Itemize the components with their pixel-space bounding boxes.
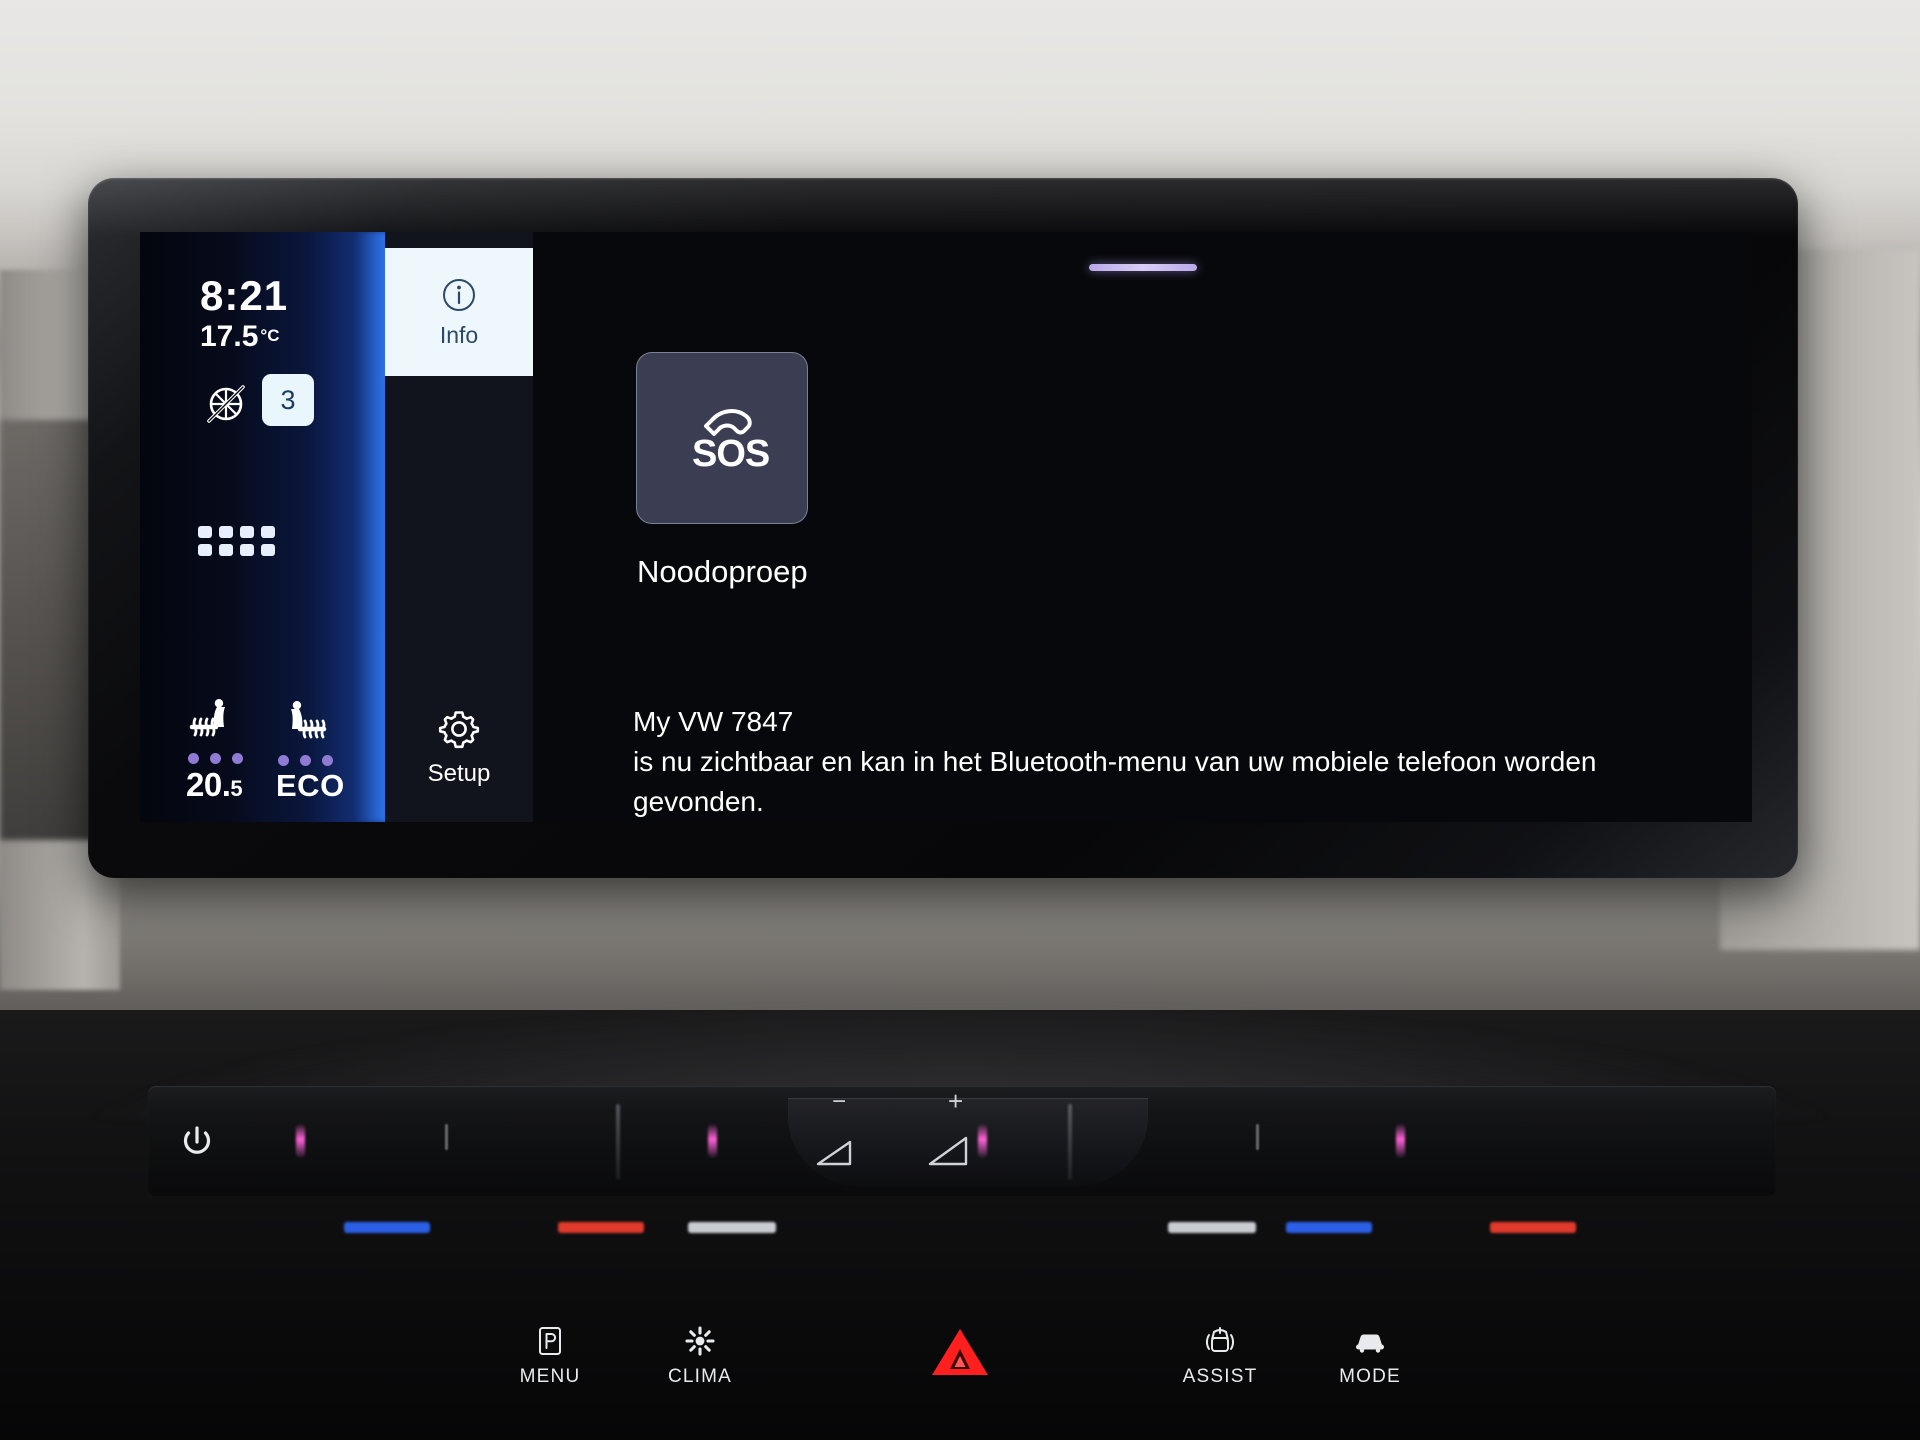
power-icon[interactable] xyxy=(176,1120,218,1162)
tab-info-label: Info xyxy=(439,321,479,348)
content-area: SOS Noodoproep My VW 7847 is nu zichtbaa… xyxy=(533,232,1752,822)
tab-setup-label: Setup xyxy=(427,760,491,787)
apps-grid-dot xyxy=(261,526,275,538)
slider-indicator xyxy=(1396,1124,1405,1158)
led-white-right xyxy=(1168,1222,1256,1233)
seat-heater-right-control[interactable]: ECO xyxy=(276,697,345,804)
volume-up-icon xyxy=(928,1136,968,1166)
message-line: gevonden. xyxy=(633,785,764,817)
slider-divider xyxy=(1068,1104,1072,1180)
touch-slider-strip[interactable]: − + xyxy=(148,1086,1776,1196)
driver-assist-icon xyxy=(1206,1326,1234,1352)
driver-temperature-decimal: 5 xyxy=(230,776,243,801)
tab-setup[interactable]: Setup xyxy=(385,682,533,812)
apps-grid-icon[interactable] xyxy=(198,526,275,556)
infotainment-display[interactable]: 8:21 17.5 °C 3 20.5 ECO Info Setup SOS N… xyxy=(140,232,1752,822)
hard-button-clima-label: CLIMA xyxy=(667,1365,733,1387)
park-p-icon xyxy=(539,1326,561,1355)
volume-plus-label: + xyxy=(948,1086,964,1116)
message-line: My VW 7847 xyxy=(633,706,794,737)
pulldown-handle[interactable] xyxy=(1088,264,1197,271)
volume-control-zone[interactable]: − + xyxy=(788,1086,1148,1186)
slider-tick xyxy=(1256,1124,1259,1150)
level-dot xyxy=(278,755,289,766)
seat-heater-right-icon xyxy=(291,701,327,739)
hard-button-menu-label: MENU xyxy=(519,1365,581,1387)
volume-down-icon xyxy=(816,1140,852,1166)
led-red-left xyxy=(558,1222,644,1233)
hard-button-bar: MENU CLIMA HAZARD xyxy=(0,1296,1920,1416)
hard-button-assist-label: ASSIST xyxy=(1182,1365,1258,1387)
apps-grid-dot xyxy=(240,544,254,556)
apps-grid-dot xyxy=(261,544,275,556)
hard-button-menu[interactable]: MENU xyxy=(475,1325,625,1388)
eco-mode-label: ECO xyxy=(276,768,345,803)
hard-button-mode-label: MODE xyxy=(1339,1365,1401,1387)
apps-grid-dot xyxy=(240,526,254,538)
bezel-gloss xyxy=(88,178,1798,238)
hard-button-mode[interactable]: MODE xyxy=(1295,1325,1445,1388)
bluetooth-message: My VW 7847 is nu zichtbaar en kan in het… xyxy=(633,702,1663,822)
emergency-call-label: Noodoproep xyxy=(637,554,808,589)
seat-heater-left-level xyxy=(188,753,244,764)
sos-phone-icon: SOS xyxy=(692,409,770,475)
clock: 8:21 xyxy=(200,272,289,319)
led-red-right xyxy=(1490,1222,1576,1233)
seat-heater-right-level xyxy=(278,755,345,766)
slider-tick xyxy=(445,1124,448,1150)
emergency-call-tile[interactable]: SOS xyxy=(636,352,808,524)
level-dot xyxy=(300,755,311,766)
message-line: is nu zichtbaar en kan in het Bluetooth-… xyxy=(633,745,1597,777)
led-blue-right xyxy=(1286,1222,1372,1233)
apps-grid-dot xyxy=(219,526,233,538)
seat-heater-left-control[interactable]: 20.5 xyxy=(186,695,244,804)
info-circle-icon xyxy=(443,278,475,311)
volume-minus-label: − xyxy=(832,1088,847,1115)
tab-info[interactable]: Info xyxy=(385,248,533,376)
outside-temperature: 17.5 °C xyxy=(200,320,279,354)
hard-button-clima[interactable]: CLIMA xyxy=(625,1325,775,1388)
level-dot xyxy=(232,753,243,764)
gear-icon xyxy=(438,711,480,749)
level-dot xyxy=(210,753,221,764)
tab-column: Info Setup xyxy=(385,232,533,822)
apps-grid-dot xyxy=(198,544,212,556)
svg-text:SOS: SOS xyxy=(692,433,769,475)
level-dot xyxy=(188,753,199,764)
slider-indicator xyxy=(296,1124,305,1158)
slider-indicator xyxy=(708,1124,717,1158)
hard-button-assist[interactable]: ASSIST xyxy=(1145,1325,1295,1388)
level-dot xyxy=(322,755,333,766)
temperature-unit: °C xyxy=(260,326,280,345)
slider-divider xyxy=(616,1104,620,1180)
left-lower-trim xyxy=(0,420,95,840)
hard-button-hazard[interactable]: HAZARD xyxy=(885,1325,1035,1388)
driver-temperature-value: 20.5 xyxy=(186,766,243,803)
fan-speed-indicator[interactable]: 3 xyxy=(262,374,314,426)
led-white-left xyxy=(688,1222,776,1233)
hazard-triangle-icon xyxy=(932,1328,988,1375)
status-rail: 8:21 17.5 °C 3 20.5 ECO xyxy=(140,232,415,822)
seat-heater-left-icon xyxy=(189,699,225,737)
message-line: Mobiele apparaat niet bedienen tijdens h… xyxy=(633,821,1663,822)
climate-fan-icon xyxy=(685,1325,715,1356)
outside-temperature-value: 17.5 xyxy=(200,320,259,353)
ac-off-icon[interactable] xyxy=(202,380,250,433)
apps-grid-dot xyxy=(219,544,233,556)
led-blue-left xyxy=(344,1222,430,1233)
slider-indicator xyxy=(978,1124,987,1158)
apps-grid-dot xyxy=(198,526,212,538)
car-mode-icon xyxy=(1356,1334,1384,1353)
